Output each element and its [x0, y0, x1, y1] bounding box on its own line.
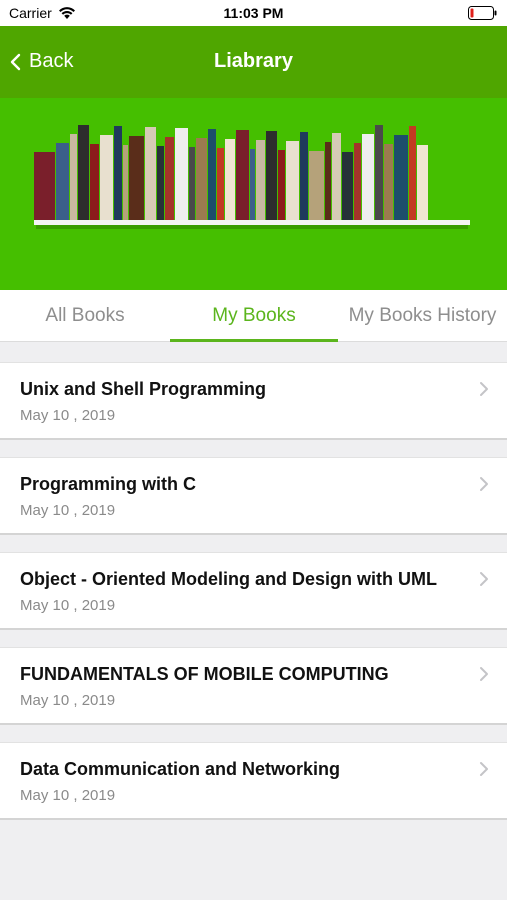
- book-title: Object - Oriented Modeling and Design wi…: [20, 569, 438, 589]
- header-banner: [0, 98, 507, 290]
- book-date: May 10 , 2019: [20, 787, 116, 804]
- book-date: May 10 , 2019: [20, 502, 116, 519]
- book-date: May 10 , 2019: [20, 407, 116, 424]
- book-title: Unix and Shell Programming: [20, 379, 267, 399]
- chevron-right-icon: [480, 477, 488, 491]
- chevron-right-icon: [480, 382, 488, 396]
- active-tab-indicator: [170, 339, 338, 342]
- list-item[interactable]: Data Communication and Networking May 10…: [0, 742, 507, 820]
- clock: 11:03 PM: [223, 5, 284, 21]
- tab-my-books-history[interactable]: My Books History: [338, 290, 507, 342]
- list-item[interactable]: FUNDAMENTALS OF MOBILE COMPUTING May 10 …: [0, 647, 507, 725]
- book-title: FUNDAMENTALS OF MOBILE COMPUTING: [20, 664, 389, 684]
- tab-my-books[interactable]: My Books: [170, 290, 338, 342]
- list-item[interactable]: Unix and Shell Programming May 10 , 2019: [0, 362, 507, 440]
- tab-bar: All Books My Books My Books History: [0, 290, 507, 342]
- book-date: May 10 , 2019: [20, 692, 116, 709]
- book-date: May 10 , 2019: [20, 597, 116, 614]
- battery-icon: [468, 6, 497, 20]
- navigation-bar: Back Liabrary: [0, 26, 507, 98]
- bookshelf-image: [34, 125, 470, 229]
- chevron-right-icon: [480, 762, 488, 776]
- book-title: Programming with C: [20, 474, 197, 494]
- page-title: Liabrary: [214, 50, 293, 72]
- chevron-right-icon: [480, 572, 488, 586]
- status-bar: Carrier 11:03 PM: [0, 0, 507, 26]
- list-item[interactable]: Object - Oriented Modeling and Design wi…: [0, 552, 507, 630]
- book-title: Data Communication and Networking: [20, 759, 341, 779]
- tab-all-books[interactable]: All Books: [0, 290, 170, 342]
- chevron-right-icon: [480, 667, 488, 681]
- list-item[interactable]: Programming with C May 10 , 2019: [0, 457, 507, 535]
